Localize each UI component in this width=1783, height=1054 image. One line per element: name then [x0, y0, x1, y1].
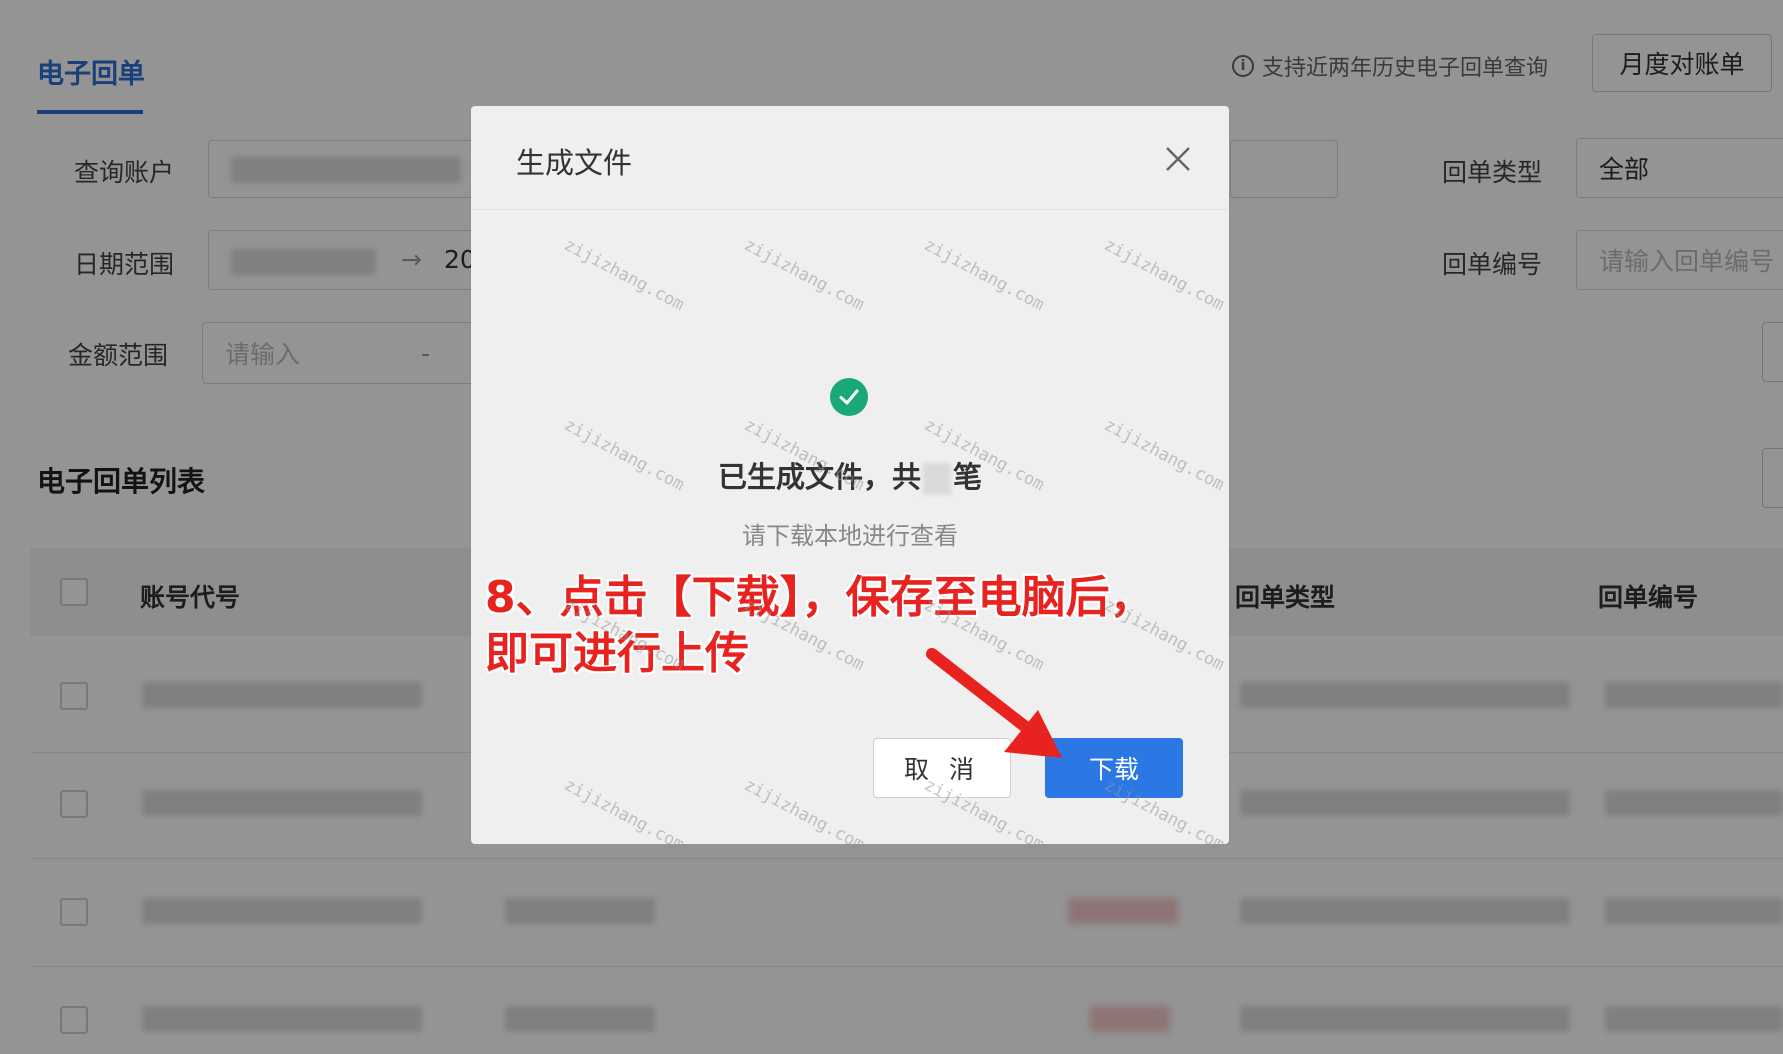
generated-message-suffix: 笔	[953, 460, 983, 494]
file-count-redacted	[923, 463, 951, 495]
download-hint: 请下载本地进行查看	[742, 522, 958, 550]
success-check-icon	[830, 378, 868, 416]
red-arrow-icon	[926, 648, 1062, 758]
dialog-header-divider	[471, 209, 1229, 210]
close-icon[interactable]	[1161, 142, 1195, 176]
dialog-title: 生成文件	[516, 146, 633, 180]
